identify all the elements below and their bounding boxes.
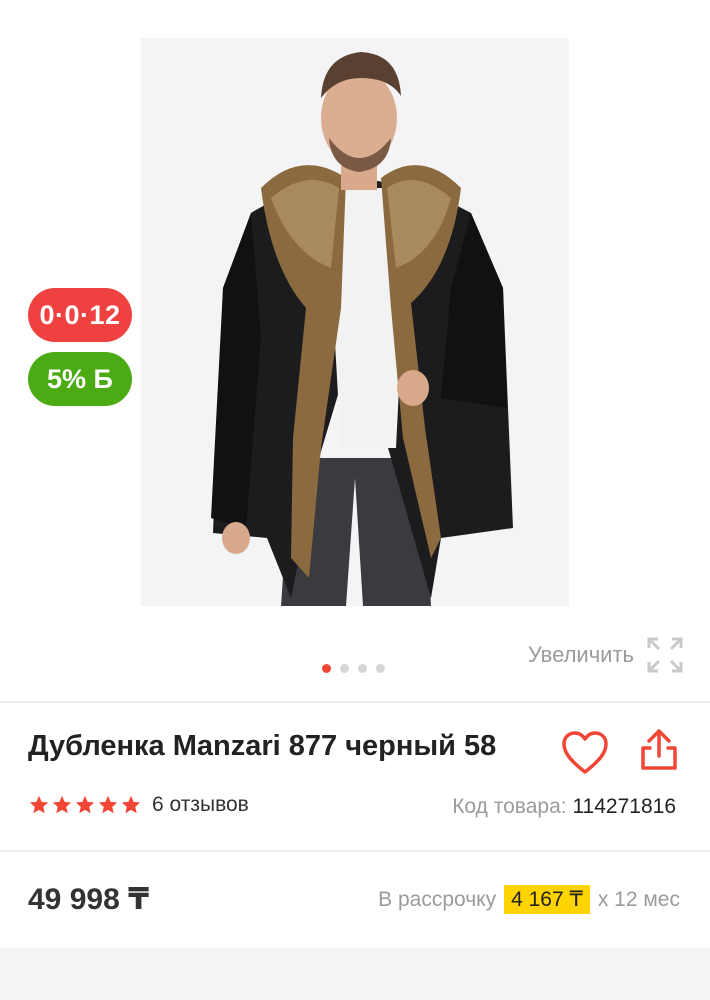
product-sku: Код товара: 114271816 xyxy=(452,795,676,819)
product-rating[interactable]: 6 отзывов xyxy=(28,793,249,817)
expand-arrows-icon xyxy=(647,637,683,673)
installment-amount: 4 167 ₸ xyxy=(504,885,590,914)
star-icon xyxy=(52,795,72,814)
divider xyxy=(0,850,710,852)
installment-info[interactable]: В рассрочку 4 167 ₸ х 12 мес xyxy=(378,885,680,914)
star-icon xyxy=(98,795,118,814)
product-title: Дубленка Manzari 877 черный 58 xyxy=(28,730,497,762)
star-icon xyxy=(29,795,49,814)
product-price: 49 998 ₸ xyxy=(28,883,149,916)
installment-suffix: х 12 мес xyxy=(597,887,680,911)
pagination-dot-active[interactable] xyxy=(322,664,331,673)
reviews-link[interactable]: 6 отзывов xyxy=(152,793,249,817)
installment-prefix: В рассрочку xyxy=(378,887,497,911)
installment-badge: 0·0·12 xyxy=(28,288,132,342)
zoom-label: Увеличить xyxy=(527,642,634,667)
share-icon[interactable] xyxy=(638,728,680,772)
pagination-dot[interactable] xyxy=(376,664,385,673)
sku-label: Код товара: xyxy=(452,795,567,818)
bonus-badge: 5% Б xyxy=(28,352,132,406)
zoom-button[interactable]: Увеличить xyxy=(528,636,684,674)
gallery-pagination xyxy=(322,664,385,673)
product-gallery[interactable]: 0·0·12 5% Б Увеличить xyxy=(0,0,710,700)
product-image[interactable] xyxy=(141,38,569,606)
pagination-dot[interactable] xyxy=(340,664,349,673)
sku-value: 114271816 xyxy=(572,795,676,818)
heart-icon[interactable] xyxy=(561,730,609,776)
star-icon xyxy=(75,795,95,814)
section-separator xyxy=(0,948,710,1000)
divider xyxy=(0,701,710,703)
pagination-dot[interactable] xyxy=(358,664,367,673)
rating-stars xyxy=(28,794,142,816)
star-icon xyxy=(121,795,141,814)
